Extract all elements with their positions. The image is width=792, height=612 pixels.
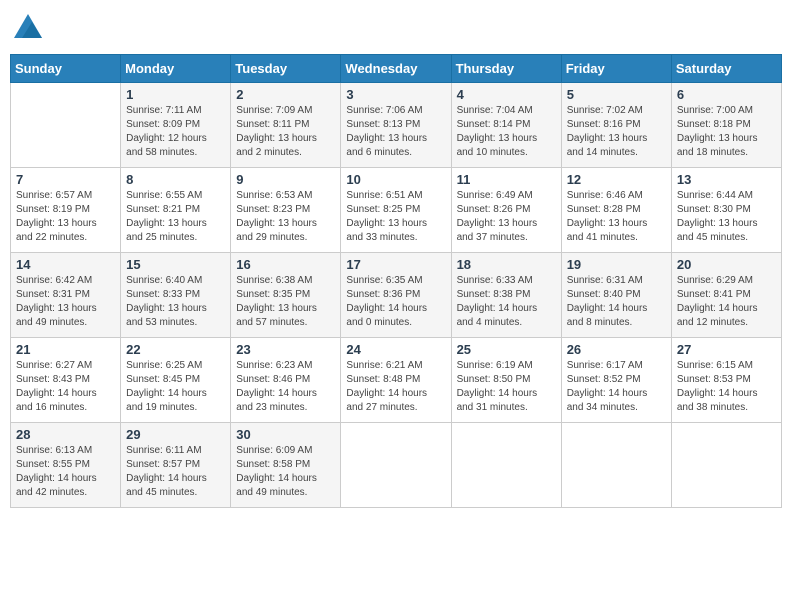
calendar-day-25: 25 Sunrise: 6:19 AM Sunset: 8:50 PM Dayl…	[451, 338, 561, 423]
calendar-table: SundayMondayTuesdayWednesdayThursdayFrid…	[10, 54, 782, 508]
calendar-day-10: 10 Sunrise: 6:51 AM Sunset: 8:25 PM Dayl…	[341, 168, 451, 253]
calendar-day-12: 12 Sunrise: 6:46 AM Sunset: 8:28 PM Dayl…	[561, 168, 671, 253]
calendar-week-1: 1 Sunrise: 7:11 AM Sunset: 8:09 PM Dayli…	[11, 83, 782, 168]
calendar-week-2: 7 Sunrise: 6:57 AM Sunset: 8:19 PM Dayli…	[11, 168, 782, 253]
calendar-week-4: 21 Sunrise: 6:27 AM Sunset: 8:43 PM Dayl…	[11, 338, 782, 423]
weekday-header-saturday: Saturday	[671, 55, 781, 83]
calendar-day-4: 4 Sunrise: 7:04 AM Sunset: 8:14 PM Dayli…	[451, 83, 561, 168]
weekday-header-wednesday: Wednesday	[341, 55, 451, 83]
page-header	[10, 10, 782, 46]
empty-day	[451, 423, 561, 508]
calendar-day-18: 18 Sunrise: 6:33 AM Sunset: 8:38 PM Dayl…	[451, 253, 561, 338]
weekday-header-thursday: Thursday	[451, 55, 561, 83]
logo-icon	[10, 10, 46, 46]
calendar-header: SundayMondayTuesdayWednesdayThursdayFrid…	[11, 55, 782, 83]
calendar-day-24: 24 Sunrise: 6:21 AM Sunset: 8:48 PM Dayl…	[341, 338, 451, 423]
calendar-day-8: 8 Sunrise: 6:55 AM Sunset: 8:21 PM Dayli…	[121, 168, 231, 253]
logo	[10, 10, 50, 46]
calendar-day-30: 30 Sunrise: 6:09 AM Sunset: 8:58 PM Dayl…	[231, 423, 341, 508]
calendar-day-26: 26 Sunrise: 6:17 AM Sunset: 8:52 PM Dayl…	[561, 338, 671, 423]
empty-day	[561, 423, 671, 508]
calendar-day-20: 20 Sunrise: 6:29 AM Sunset: 8:41 PM Dayl…	[671, 253, 781, 338]
calendar-day-15: 15 Sunrise: 6:40 AM Sunset: 8:33 PM Dayl…	[121, 253, 231, 338]
calendar-day-29: 29 Sunrise: 6:11 AM Sunset: 8:57 PM Dayl…	[121, 423, 231, 508]
empty-day	[341, 423, 451, 508]
weekday-header-sunday: Sunday	[11, 55, 121, 83]
calendar-day-21: 21 Sunrise: 6:27 AM Sunset: 8:43 PM Dayl…	[11, 338, 121, 423]
calendar-day-2: 2 Sunrise: 7:09 AM Sunset: 8:11 PM Dayli…	[231, 83, 341, 168]
calendar-day-28: 28 Sunrise: 6:13 AM Sunset: 8:55 PM Dayl…	[11, 423, 121, 508]
empty-day	[671, 423, 781, 508]
calendar-day-7: 7 Sunrise: 6:57 AM Sunset: 8:19 PM Dayli…	[11, 168, 121, 253]
calendar-day-17: 17 Sunrise: 6:35 AM Sunset: 8:36 PM Dayl…	[341, 253, 451, 338]
calendar-day-3: 3 Sunrise: 7:06 AM Sunset: 8:13 PM Dayli…	[341, 83, 451, 168]
calendar-day-22: 22 Sunrise: 6:25 AM Sunset: 8:45 PM Dayl…	[121, 338, 231, 423]
calendar-day-27: 27 Sunrise: 6:15 AM Sunset: 8:53 PM Dayl…	[671, 338, 781, 423]
calendar-day-13: 13 Sunrise: 6:44 AM Sunset: 8:30 PM Dayl…	[671, 168, 781, 253]
calendar-day-16: 16 Sunrise: 6:38 AM Sunset: 8:35 PM Dayl…	[231, 253, 341, 338]
calendar-day-1: 1 Sunrise: 7:11 AM Sunset: 8:09 PM Dayli…	[121, 83, 231, 168]
calendar-day-5: 5 Sunrise: 7:02 AM Sunset: 8:16 PM Dayli…	[561, 83, 671, 168]
calendar-day-6: 6 Sunrise: 7:00 AM Sunset: 8:18 PM Dayli…	[671, 83, 781, 168]
calendar-week-3: 14 Sunrise: 6:42 AM Sunset: 8:31 PM Dayl…	[11, 253, 782, 338]
calendar-week-5: 28 Sunrise: 6:13 AM Sunset: 8:55 PM Dayl…	[11, 423, 782, 508]
calendar-day-11: 11 Sunrise: 6:49 AM Sunset: 8:26 PM Dayl…	[451, 168, 561, 253]
calendar-day-9: 9 Sunrise: 6:53 AM Sunset: 8:23 PM Dayli…	[231, 168, 341, 253]
calendar-day-14: 14 Sunrise: 6:42 AM Sunset: 8:31 PM Dayl…	[11, 253, 121, 338]
calendar-day-23: 23 Sunrise: 6:23 AM Sunset: 8:46 PM Dayl…	[231, 338, 341, 423]
weekday-header-friday: Friday	[561, 55, 671, 83]
weekday-header-monday: Monday	[121, 55, 231, 83]
calendar-day-19: 19 Sunrise: 6:31 AM Sunset: 8:40 PM Dayl…	[561, 253, 671, 338]
weekday-header-tuesday: Tuesday	[231, 55, 341, 83]
empty-day	[11, 83, 121, 168]
